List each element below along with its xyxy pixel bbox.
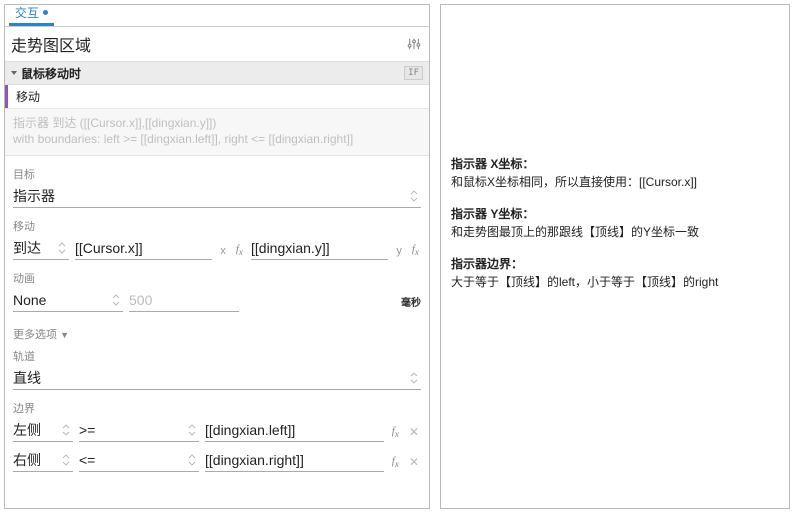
triangle-down-icon: ▼ <box>60 330 69 340</box>
target-select[interactable]: 指示器 <box>13 184 421 208</box>
tab-bar: 交互 <box>5 5 429 27</box>
label-move: 移动 <box>13 218 421 234</box>
fx-y-button[interactable]: fx <box>410 243 421 260</box>
target-value: 指示器 <box>13 186 55 206</box>
action-desc-line2: with boundaries: left >= [[dingxian.left… <box>13 131 421 147</box>
anim-duration-input[interactable]: 500 <box>129 288 239 312</box>
tab-interactions[interactable]: 交互 <box>9 1 54 26</box>
anim-easing-value: None <box>13 292 46 308</box>
label-anim: 动画 <box>13 270 421 286</box>
move-x-value: [[Cursor.x]] <box>75 240 143 256</box>
bound-right-expr: [[dingxian.right]] <box>205 452 304 468</box>
select-caret-icon <box>409 189 419 203</box>
select-caret-icon <box>187 453 197 467</box>
widget-title-row: 走势图区域 <box>5 27 429 61</box>
more-options-label: 更多选项 <box>13 329 57 341</box>
sliders-icon[interactable] <box>407 37 421 51</box>
x-suffix: x <box>218 245 228 260</box>
select-caret-icon <box>111 293 121 307</box>
action-description: 指示器 到达 ([[Cursor.x]],[[dingxian.y]]) wit… <box>5 109 429 156</box>
label-track: 轨道 <box>13 348 421 364</box>
move-x-input[interactable]: [[Cursor.x]] <box>75 236 212 260</box>
note-x-body: 和鼠标X坐标相同，所以直接使用：[[Cursor.x]] <box>451 175 697 189</box>
fx-bound-left-button[interactable]: fx <box>390 425 401 442</box>
select-caret-icon <box>187 423 197 437</box>
move-y-value: [[dingxian.y]] <box>251 240 330 256</box>
bound-right-expr-input[interactable]: [[dingxian.right]] <box>205 448 384 472</box>
anim-easing-select[interactable]: None <box>13 288 123 312</box>
add-condition-button[interactable]: IF <box>404 66 423 80</box>
tab-label: 交互 <box>15 4 39 21</box>
widget-title: 走势图区域 <box>11 32 91 56</box>
anim-unit: 毫秒 <box>401 294 421 312</box>
bound-left-expr: [[dingxian.left]] <box>205 422 295 438</box>
move-type-value: 到达 <box>13 238 41 258</box>
remove-bound-left-button[interactable]: ✕ <box>407 425 421 442</box>
bound-right-side-select[interactable]: 右侧 <box>13 448 73 472</box>
note-b-title: 指示器边界： <box>451 257 523 271</box>
bound-left-expr-input[interactable]: [[dingxian.left]] <box>205 418 384 442</box>
note-y-title: 指示器 Y坐标： <box>451 207 534 221</box>
label-target: 目标 <box>13 166 421 182</box>
move-y-input[interactable]: [[dingxian.y]] <box>251 236 388 260</box>
tab-indicator-dot <box>43 10 48 15</box>
anim-duration-placeholder: 500 <box>129 292 152 308</box>
bound-left-side-select[interactable]: 左侧 <box>13 418 73 442</box>
bound-right-side: 右侧 <box>13 450 41 470</box>
more-options-toggle[interactable]: 更多选项 ▼ <box>13 326 421 342</box>
select-caret-icon <box>57 241 67 255</box>
action-desc-line1: 指示器 到达 ([[Cursor.x]],[[dingxian.y]]) <box>13 115 421 131</box>
label-bounds: 边界 <box>13 400 421 416</box>
bound-right-op-select[interactable]: <= <box>79 448 199 472</box>
chevron-down-icon <box>9 68 19 78</box>
remove-bound-right-button[interactable]: ✕ <box>407 455 421 472</box>
y-suffix: y <box>394 245 404 260</box>
select-caret-icon <box>409 371 419 385</box>
note-b-body: 大于等于【顶线】的left，小于等于【顶线】的right <box>451 275 718 289</box>
notes-panel: 指示器 X坐标： 和鼠标X坐标相同，所以直接使用：[[Cursor.x]] 指示… <box>440 4 790 509</box>
select-caret-icon <box>61 453 71 467</box>
action-label: 移动 <box>8 88 40 105</box>
inspector-panel: 交互 走势图区域 鼠标移动时 IF 移动 <box>4 4 430 509</box>
select-caret-icon <box>61 423 71 437</box>
note-y-body: 和走势图最顶上的那跟线【顶线】的Y坐标一致 <box>451 225 699 239</box>
fx-bound-right-button[interactable]: fx <box>390 455 401 472</box>
bound-left-side: 左侧 <box>13 420 41 440</box>
event-header[interactable]: 鼠标移动时 IF <box>5 61 429 85</box>
action-row[interactable]: 移动 <box>5 85 429 109</box>
bound-left-op: >= <box>79 422 95 438</box>
event-label: 鼠标移动时 <box>21 65 81 82</box>
bound-left-op-select[interactable]: >= <box>79 418 199 442</box>
fx-x-button[interactable]: fx <box>234 243 245 260</box>
bound-right-op: <= <box>79 452 95 468</box>
track-select[interactable]: 直线 <box>13 366 421 390</box>
move-type-select[interactable]: 到达 <box>13 236 69 260</box>
note-x-title: 指示器 X坐标： <box>451 157 534 171</box>
track-value: 直线 <box>13 368 41 388</box>
